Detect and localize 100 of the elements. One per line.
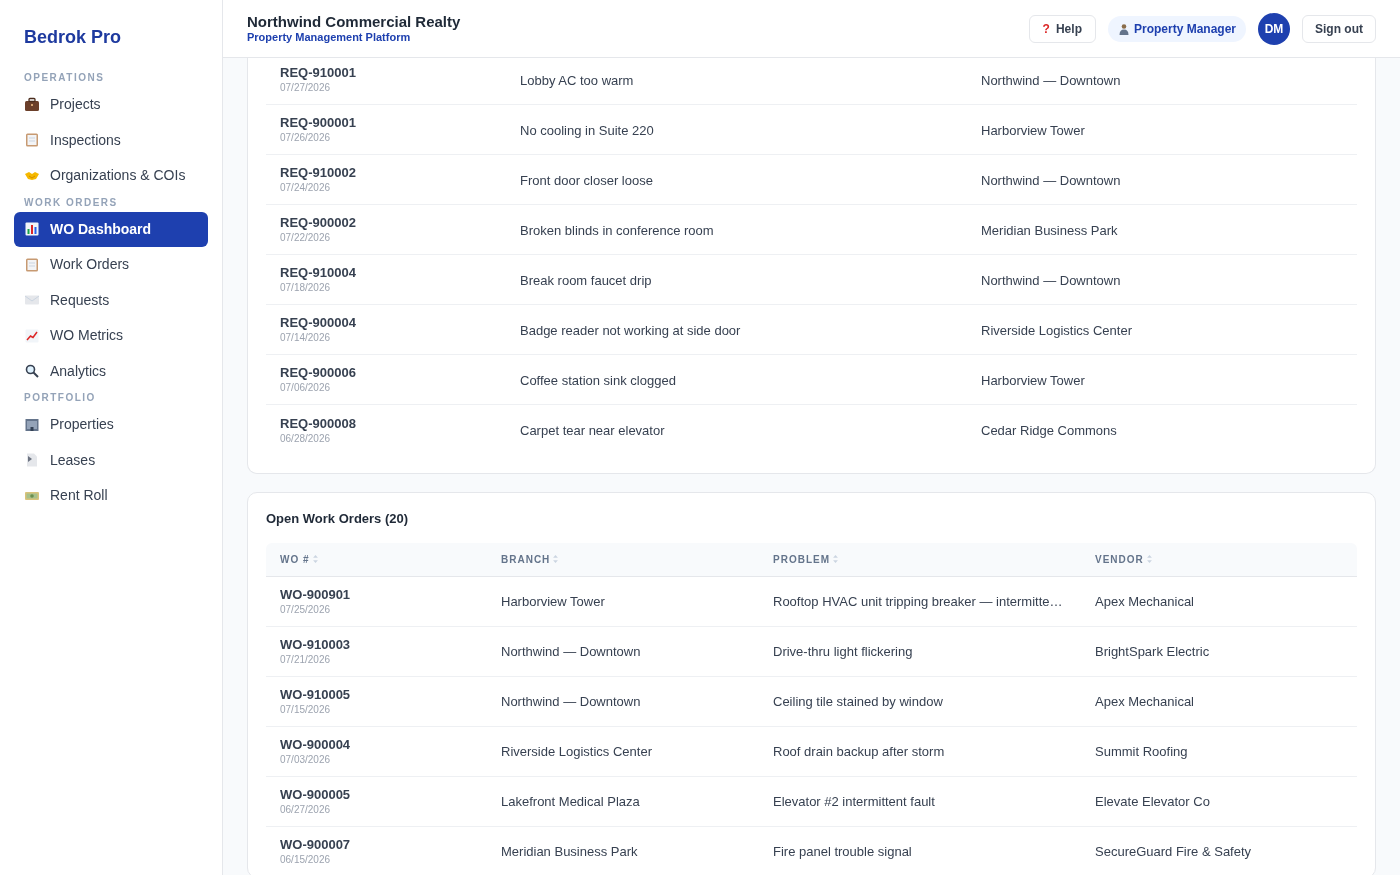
sign-out-button[interactable]: Sign out — [1302, 14, 1376, 43]
request-location: Northwind — Downtown — [981, 72, 1121, 88]
request-date: 07/14/2026 — [280, 331, 332, 344]
work-order-id[interactable]: WO-910005 — [280, 686, 473, 703]
request-id[interactable]: REQ-900006 — [280, 365, 492, 381]
request-date: 07/06/2026 — [280, 381, 332, 394]
sort-icon[interactable] — [553, 555, 559, 563]
request-id[interactable]: REQ-900002 — [280, 215, 492, 231]
work-order-problem: Drive-thru light flickering — [773, 644, 913, 659]
work-order-date: 07/25/2026 — [280, 602, 332, 616]
request-id[interactable]: REQ-900001 — [280, 115, 492, 131]
brand-logo[interactable]: Bedrok Pro — [24, 24, 208, 51]
work-order-problem: Elevator #2 intermittent fault — [773, 794, 935, 809]
work-order-date: 06/27/2026 — [280, 802, 332, 816]
request-location: Riverside Logistics Center — [981, 322, 1132, 338]
work-order-date: 06/15/2026 — [280, 852, 332, 866]
work-order-branch: Lakefront Medical Plaza — [501, 794, 640, 809]
work-order-date: 07/21/2026 — [280, 652, 332, 666]
person-icon — [1117, 22, 1130, 35]
request-location: Northwind — Downtown — [981, 172, 1121, 188]
sidebar-item[interactable]: WO Metrics — [14, 318, 208, 354]
request-description: Carpet tear near elevator — [520, 423, 665, 438]
request-id[interactable]: REQ-910004 — [280, 265, 492, 281]
request-description: Badge reader not working at side door — [520, 322, 741, 338]
sidebar-item[interactable]: WO Dashboard — [14, 211, 208, 247]
work-order-problem: Roof drain backup after storm — [773, 744, 945, 759]
notepad-icon — [24, 132, 40, 149]
section-label: WORK ORDERS — [23, 195, 119, 210]
work-order-date: 07/03/2026 — [280, 752, 332, 766]
column-header[interactable]: VENDOR — [1095, 551, 1144, 567]
work-order-vendor: Apex Mechanical — [1095, 594, 1194, 609]
request-description: No cooling in Suite 220 — [520, 122, 654, 138]
request-id[interactable]: REQ-900008 — [280, 415, 492, 432]
search-icon — [24, 363, 40, 380]
work-order-id[interactable]: WO-900007 — [280, 836, 473, 853]
sidebar-item[interactable]: Requests — [14, 282, 208, 318]
request-date: 07/22/2026 — [280, 231, 332, 244]
request-id[interactable]: REQ-900004 — [280, 315, 492, 331]
sidebar-item[interactable]: Organizations & COIs — [14, 158, 208, 194]
work-order-branch: Meridian Business Park — [501, 844, 638, 859]
work-order-problem: Rooftop HVAC unit tripping breaker — intermitte… — [773, 594, 1063, 609]
request-description: Lobby AC too warm — [520, 72, 634, 88]
sort-icon[interactable] — [833, 555, 838, 563]
sidebar-item[interactable]: Leases — [14, 442, 208, 478]
sort-icon[interactable] — [1146, 555, 1152, 563]
sort-icon[interactable] — [312, 555, 318, 563]
request-date: 07/26/2026 — [280, 131, 332, 144]
work-order-vendor: Apex Mechanical — [1095, 694, 1194, 709]
sidebar-item[interactable]: Analytics — [14, 353, 208, 389]
column-header[interactable]: PROBLEM — [773, 551, 830, 567]
work-order-vendor: BrightSpark Electric — [1095, 644, 1210, 659]
request-date: 07/18/2026 — [280, 281, 332, 294]
column-header[interactable]: BRANCH — [501, 551, 551, 567]
work-order-id[interactable]: WO-900005 — [280, 786, 473, 803]
work-order-id[interactable]: WO-910003 — [280, 636, 473, 653]
help-button[interactable]: ? Help — [1028, 14, 1096, 43]
sidebar-item[interactable]: Work Orders — [14, 247, 208, 283]
building-icon — [24, 416, 40, 433]
work-order-id[interactable]: WO-900901 — [280, 586, 473, 603]
document-icon — [24, 452, 40, 469]
work-order-branch: Riverside Logistics Center — [501, 744, 652, 759]
request-id[interactable]: REQ-910002 — [280, 165, 492, 181]
user-avatar[interactable]: DM — [1258, 12, 1290, 45]
platform-subtitle: Property Management Platform — [247, 31, 412, 44]
request-date: 06/28/2026 — [280, 431, 332, 445]
request-location: Meridian Business Park — [981, 222, 1118, 238]
request-date: 07/27/2026 — [280, 81, 332, 94]
role-label: Property Manager — [1133, 20, 1236, 38]
request-description: Front door closer loose — [520, 172, 653, 188]
work-order-date: 07/15/2026 — [280, 702, 332, 716]
card-title: Open Work Orders (20) — [266, 510, 410, 528]
work-order-vendor: SecureGuard Fire & Safety — [1095, 844, 1252, 859]
request-location: Harborview Tower — [981, 122, 1085, 138]
section-label: PORTFOLIO — [23, 391, 97, 405]
request-description: Broken blinds in conference room — [520, 222, 714, 238]
work-order-vendor: Elevate Elevator Co — [1095, 794, 1210, 809]
notepad-icon — [24, 256, 40, 273]
work-order-branch: Northwind — Downtown — [501, 694, 641, 709]
company-title: Northwind Commercial Realty — [247, 13, 461, 31]
work-order-branch: Northwind — Downtown — [501, 644, 641, 659]
sidebar-item[interactable]: Projects — [14, 87, 208, 123]
request-description: Coffee station sink clogged — [520, 372, 676, 388]
bar-chart-icon — [24, 221, 40, 238]
column-header[interactable]: WO # — [280, 551, 310, 567]
line-chart-icon — [24, 327, 40, 344]
work-order-problem: Fire panel trouble signal — [773, 844, 912, 859]
work-order-vendor: Summit Roofing — [1095, 744, 1188, 759]
request-date: 07/24/2026 — [280, 181, 332, 194]
request-location: Harborview Tower — [981, 372, 1085, 388]
request-location: Northwind — Downtown — [981, 272, 1121, 288]
briefcase-icon — [24, 96, 40, 113]
sidebar-item[interactable]: Inspections — [14, 122, 208, 158]
sidebar-item[interactable]: Rent Roll — [14, 478, 208, 514]
section-label: OPERATIONS — [23, 71, 106, 85]
request-id[interactable]: REQ-910001 — [280, 65, 492, 81]
work-order-branch: Harborview Tower — [501, 594, 605, 609]
work-order-id[interactable]: WO-900004 — [280, 736, 473, 753]
sidebar-item[interactable]: Properties — [14, 407, 208, 443]
request-description: Break room faucet drip — [520, 272, 652, 288]
work-order-problem: Ceiling tile stained by window — [773, 694, 943, 709]
